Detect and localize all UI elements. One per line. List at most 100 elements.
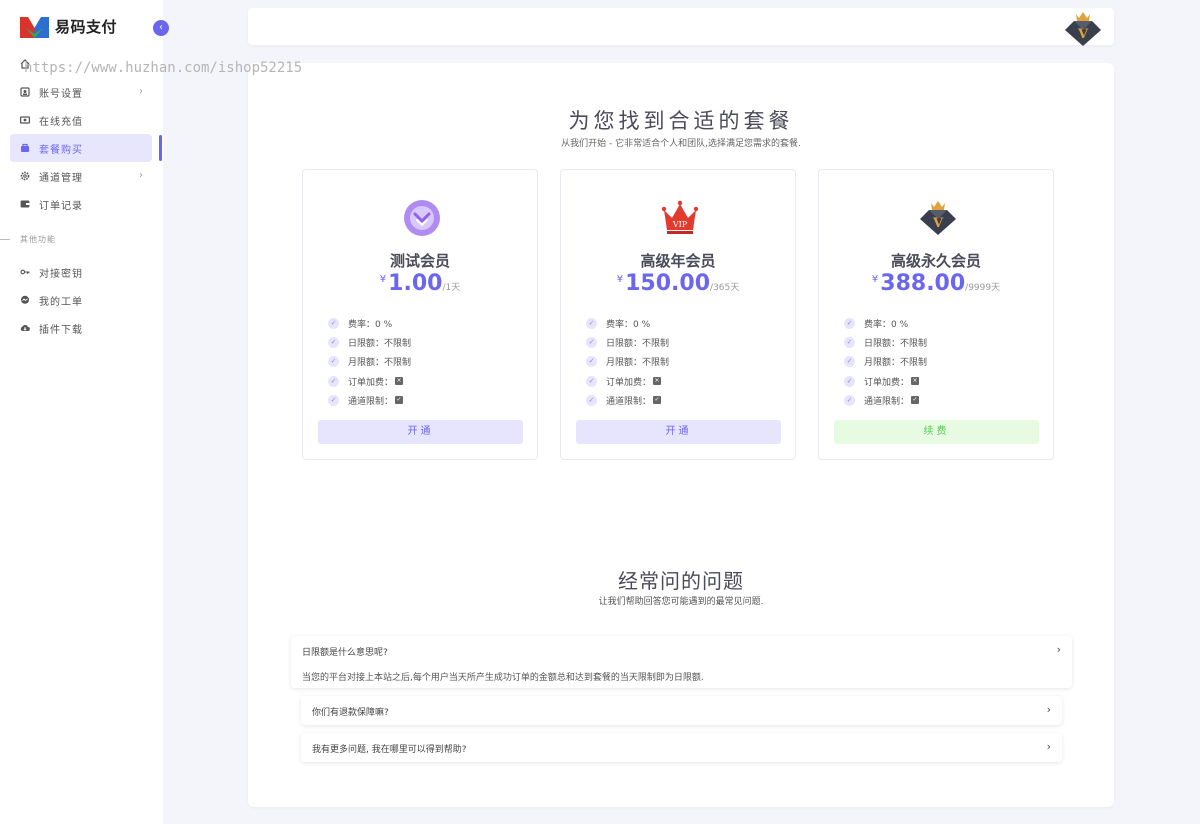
cross-box-icon: × — [911, 377, 920, 386]
plan-price: ¥1.00/1天 — [303, 271, 537, 296]
faq-item[interactable]: 我有更多问题, 我在哪里可以得到帮助? › — [301, 733, 1062, 762]
sidebar-item-label: 对接密钥 — [39, 268, 83, 280]
sidebar-item-channel-management[interactable]: 通道管理 › — [10, 162, 152, 190]
page-subtitle: 从我们开始 - 它非常适合个人和团队,选择满足您需求的套餐. — [561, 139, 801, 149]
check-icon: ✓ — [844, 394, 855, 406]
feature-text: 费率：0 % — [348, 320, 393, 331]
chevron-right-icon: › — [139, 86, 144, 97]
sidebar-item-label: 在线充值 — [39, 116, 83, 128]
active-nav-indicator — [159, 135, 162, 161]
heart-badge-icon — [404, 200, 440, 236]
chevron-left-icon: ‹ — [159, 22, 163, 33]
faq-answer: 当您的平台对接上本站之后,每个用户当天所产生成功订单的金额总和达到套餐的当天限制… — [302, 673, 704, 683]
feature-item: ✓ 费率：0 % — [328, 314, 518, 333]
feature-item: ✓ 通道限制： ✓ — [328, 391, 518, 410]
check-icon: ✓ — [328, 356, 339, 368]
faq-subtitle: 让我们帮助回答您可能遇到的最常见问题. — [598, 597, 764, 607]
plan-name: 测试会员 — [389, 252, 450, 270]
svg-text:V: V — [932, 216, 944, 231]
diamond-v-icon: V — [920, 201, 956, 235]
plan-card-annual: VIP 高级年会员 ¥150.00/365天 ✓ 费率：0 % ✓ 日限额：不限制 … — [560, 169, 796, 460]
open-plan-button[interactable]: 开通 — [318, 420, 523, 444]
brand-logo-icon — [20, 17, 49, 38]
brand-name: 易码支付 — [55, 17, 118, 36]
sidebar-item-label: 账号设置 — [39, 88, 83, 100]
feature-text: 订单加费： — [606, 377, 652, 388]
plan-price: ¥150.00/365天 — [561, 271, 795, 296]
feature-text: 月限额：不限制 — [864, 358, 928, 369]
check-icon: ✓ — [844, 375, 855, 387]
check-icon: ✓ — [328, 318, 339, 330]
chevron-right-icon: › — [139, 170, 144, 181]
collapse-sidebar-button[interactable]: ‹ — [153, 20, 169, 36]
sidebar-item-recharge[interactable]: 在线充值 — [10, 106, 152, 134]
faq-item-expanded[interactable]: 日限额是什么意思呢? › 当您的平台对接上本站之后,每个用户当天所产生成功订单的… — [291, 636, 1072, 688]
feature-text: 日限额：不限制 — [864, 339, 928, 350]
brand[interactable]: 易码支付 — [20, 14, 117, 38]
price-currency: ¥ — [871, 274, 879, 285]
open-plan-button[interactable]: 开通 — [576, 420, 781, 444]
chat-icon — [20, 295, 30, 305]
account-icon — [20, 87, 30, 97]
cloud-download-icon — [20, 323, 30, 333]
check-icon: ✓ — [586, 394, 597, 406]
faq-question: 我有更多问题, 我在哪里可以得到帮助? — [312, 745, 467, 755]
feature-text: 月限额：不限制 — [606, 358, 670, 369]
svg-text:VIP: VIP — [672, 220, 688, 229]
faq-question: 日限额是什么意思呢? — [302, 648, 388, 658]
feature-item: ✓ 日限额：不限制 — [586, 333, 776, 352]
sidebar-item-label: 插件下载 — [39, 324, 83, 336]
feature-text: 订单加费： — [864, 377, 910, 388]
sidebar-item-api-key[interactable]: 对接密钥 — [10, 258, 152, 286]
check-icon: ✓ — [586, 318, 597, 330]
price-currency: ¥ — [616, 274, 624, 285]
check-icon: ✓ — [328, 394, 339, 406]
feature-text: 月限额：不限制 — [348, 358, 412, 369]
feature-text: 订单加费： — [348, 377, 394, 388]
feature-item: ✓ 订单加费： × — [844, 372, 1034, 391]
feature-item: ✓ 日限额：不限制 — [328, 333, 518, 352]
package-icon — [20, 143, 30, 153]
check-icon: ✓ — [328, 337, 339, 349]
check-icon: ✓ — [844, 318, 855, 330]
feature-item: ✓ 费率：0 % — [586, 314, 776, 333]
feature-text: 费率：0 % — [864, 320, 909, 331]
price-period: /365天 — [710, 283, 740, 293]
plan-features: ✓ 费率：0 % ✓ 日限额：不限制 ✓ 月限额：不限制 ✓ 订单加费： × ✓ 通道限制：… — [328, 314, 518, 410]
plan-name: 高级年会员 — [640, 252, 716, 270]
sidebar-item-package-purchase[interactable]: 套餐购买 — [10, 134, 152, 162]
sidebar-item-plugin-download[interactable]: 插件下载 — [10, 314, 152, 342]
vip-crown-icon: VIP — [661, 200, 699, 234]
feature-item: ✓ 月限额：不限制 — [328, 352, 518, 371]
sidebar-item-label: 通道管理 — [39, 172, 83, 184]
wallet-icon — [20, 199, 30, 209]
feature-item: ✓ 日限额：不限制 — [844, 333, 1034, 352]
user-avatar-diamond-icon[interactable]: V — [1062, 8, 1104, 50]
sidebar-item-order-records[interactable]: 订单记录 — [10, 190, 152, 218]
check-icon: ✓ — [586, 356, 597, 368]
plan-card-permanent: V 高级永久会员 ¥388.00/9999天 ✓ 费率：0 % ✓ 日限额：不限制 … — [818, 169, 1054, 460]
check-icon: ✓ — [844, 337, 855, 349]
feature-text: 日限额：不限制 — [606, 339, 670, 350]
feature-item: ✓ 费率：0 % — [844, 314, 1034, 333]
watermark: https://www.huzhan.com/ishop52215 — [24, 60, 303, 76]
checked-box-icon: ✓ — [395, 396, 404, 405]
feature-text: 日限额：不限制 — [348, 339, 412, 350]
top-bar: V — [248, 8, 1114, 46]
sidebar-item-label: 套餐购买 — [39, 144, 83, 156]
feature-item: ✓ 通道限制： ✓ — [844, 391, 1034, 410]
faq-item[interactable]: 你们有退款保障嘛? › — [301, 696, 1062, 725]
check-icon: ✓ — [328, 375, 339, 387]
sidebar: 易码支付 ‹ 账号设置 › 在线充值 套餐购买 通道管理 › 订单记录 其他功能… — [0, 0, 169, 824]
sidebar-item-account-settings[interactable]: 账号设置 › — [10, 78, 152, 106]
chevron-right-icon: › — [1056, 643, 1061, 656]
cross-box-icon: × — [653, 377, 662, 386]
sidebar-item-my-tickets[interactable]: 我的工单 — [10, 286, 152, 314]
renew-plan-button[interactable]: 续费 — [834, 420, 1039, 444]
gear-icon — [20, 171, 30, 181]
check-icon: ✓ — [586, 375, 597, 387]
plan-card-trial: 测试会员 ¥1.00/1天 ✓ 费率：0 % ✓ 日限额：不限制 ✓ 月限额：不限制 … — [302, 169, 538, 460]
price-amount: 388.00 — [880, 271, 966, 296]
faq-question: 你们有退款保障嘛? — [312, 708, 389, 718]
sidebar-item-label: 我的工单 — [39, 296, 83, 308]
